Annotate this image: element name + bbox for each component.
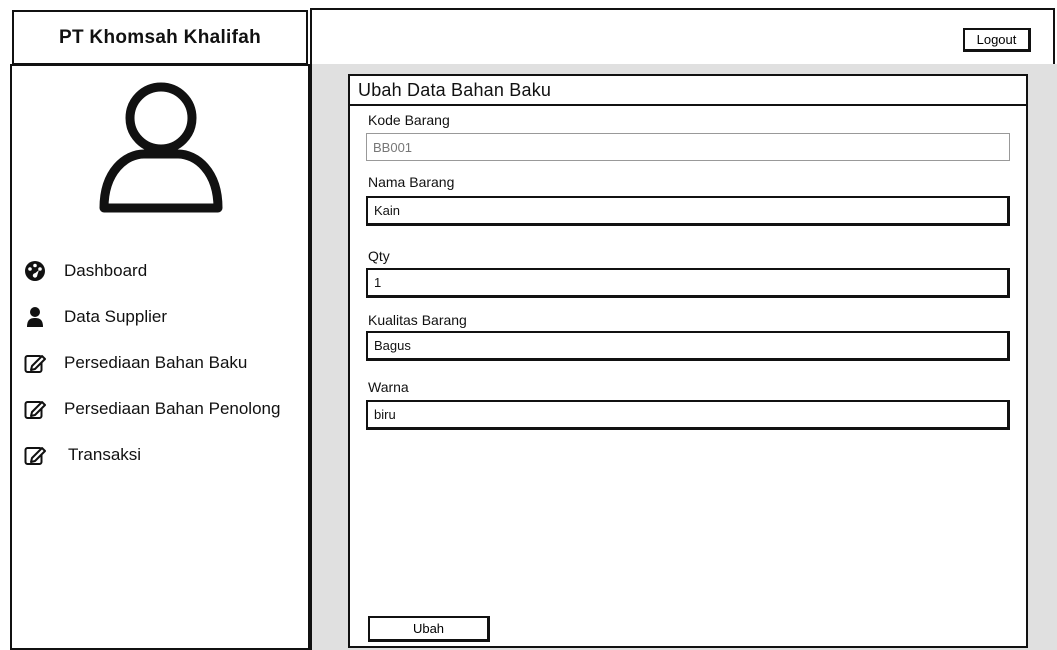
- qty-input[interactable]: [366, 268, 1010, 298]
- sidebar-nav: Dashboard Data Supplier Persediaan Bahan…: [24, 248, 304, 478]
- warna-label: Warna: [368, 379, 409, 395]
- avatar-icon: [99, 82, 223, 213]
- company-name: PT Khomsah Khalifah: [58, 26, 262, 48]
- sidebar-item-label: Persediaan Bahan Penolong: [64, 399, 281, 418]
- sidebar-item-transaksi[interactable]: Transaksi: [24, 432, 304, 478]
- brand-title: PT Khomsah Khalifah: [12, 10, 308, 65]
- sidebar-item-persediaan-bahan-baku[interactable]: Persediaan Bahan Baku: [24, 340, 304, 386]
- main-content: Ubah Data Bahan Baku Kode Barang Nama Ba…: [310, 64, 1057, 650]
- logout-button[interactable]: Logout: [963, 28, 1031, 52]
- sidebar: Dashboard Data Supplier Persediaan Bahan…: [10, 64, 310, 650]
- kualitas-barang-input[interactable]: [366, 331, 1010, 361]
- sidebar-item-label: Persediaan Bahan Baku: [64, 353, 248, 372]
- dashboard-icon: [25, 261, 45, 281]
- warna-input[interactable]: [366, 400, 1010, 430]
- top-bar: Logout: [310, 8, 1055, 66]
- edit-icon: [24, 355, 46, 373]
- kode-barang-input: [366, 133, 1010, 161]
- sidebar-item-label: Dashboard: [64, 261, 148, 280]
- sidebar-item-label: Transaksi: [68, 445, 142, 464]
- nama-barang-label: Nama Barang: [368, 174, 455, 190]
- edit-icon: [24, 401, 46, 419]
- sidebar-item-data-supplier[interactable]: Data Supplier: [24, 294, 304, 340]
- nama-barang-input[interactable]: [366, 196, 1010, 226]
- edit-form-panel: Ubah Data Bahan Baku Kode Barang Nama Ba…: [348, 74, 1028, 648]
- sidebar-item-persediaan-bahan-penolong[interactable]: Persediaan Bahan Penolong: [24, 386, 304, 432]
- kode-barang-label: Kode Barang: [368, 112, 450, 128]
- form-title: Ubah Data Bahan Baku: [350, 76, 1026, 106]
- edit-icon: [24, 447, 46, 465]
- sidebar-item-dashboard[interactable]: Dashboard: [24, 248, 304, 294]
- user-icon: [27, 307, 43, 327]
- ubah-button[interactable]: Ubah: [368, 616, 490, 642]
- sidebar-item-label: Data Supplier: [64, 307, 168, 326]
- qty-label: Qty: [368, 248, 390, 264]
- kualitas-barang-label: Kualitas Barang: [368, 312, 467, 328]
